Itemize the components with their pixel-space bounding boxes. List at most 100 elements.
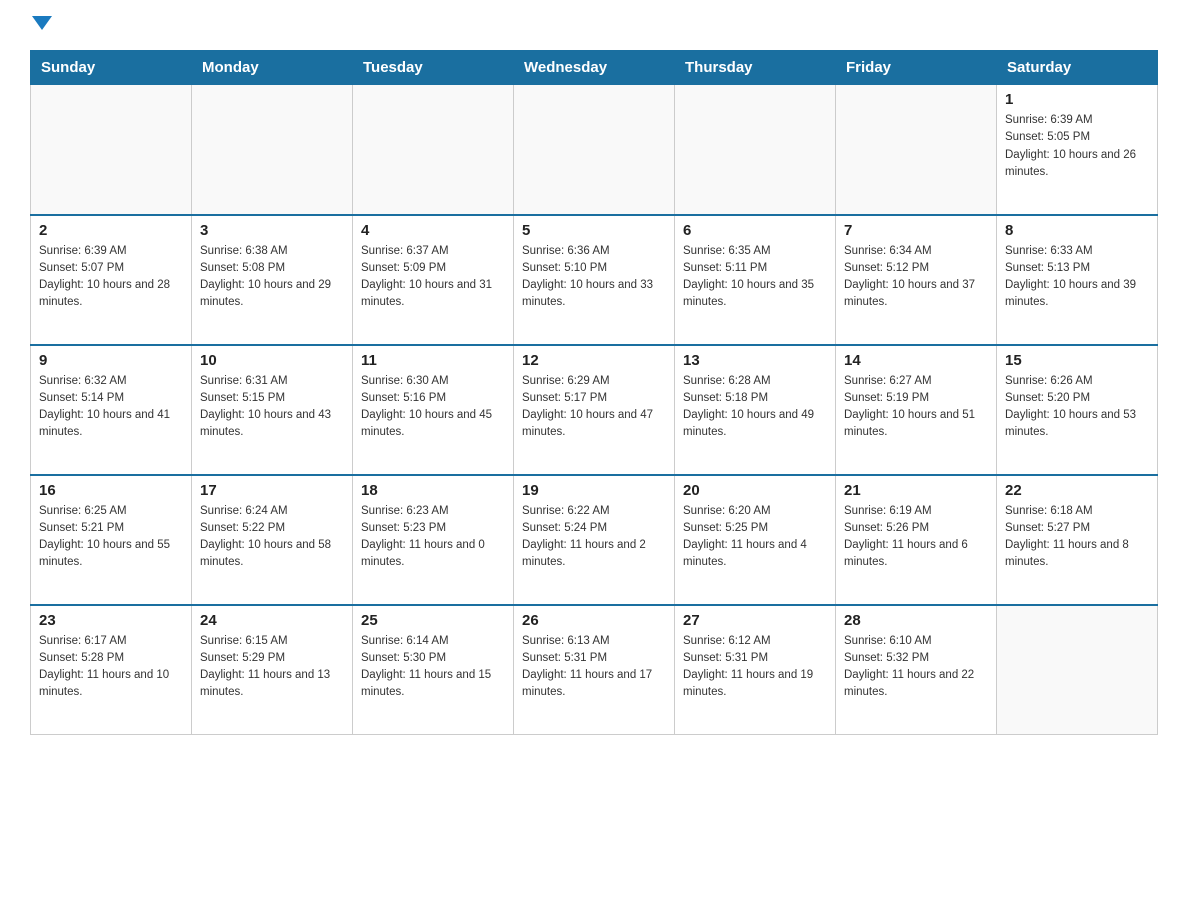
day-number: 15: [1005, 352, 1149, 369]
calendar-cell: 25 Sunrise: 6:14 AMSunset: 5:30 PMDayligh…: [353, 605, 514, 735]
column-header-friday: Friday: [836, 51, 997, 85]
day-number: 22: [1005, 482, 1149, 499]
calendar-cell: 28 Sunrise: 6:10 AMSunset: 5:32 PMDayligh…: [836, 605, 997, 735]
calendar-cell: 8 Sunrise: 6:33 AMSunset: 5:13 PMDaylight…: [997, 215, 1158, 345]
calendar-cell: 14 Sunrise: 6:27 AMSunset: 5:19 PMDayligh…: [836, 345, 997, 475]
day-number: 20: [683, 482, 827, 499]
calendar-week-1: 1 Sunrise: 6:39 AMSunset: 5:05 PMDaylight…: [31, 85, 1158, 215]
day-number: 21: [844, 482, 988, 499]
day-info: Sunrise: 6:13 AMSunset: 5:31 PMDaylight:…: [522, 633, 666, 702]
logo-triangle-icon: [32, 16, 52, 30]
calendar-cell: [31, 85, 192, 215]
day-info: Sunrise: 6:38 AMSunset: 5:08 PMDaylight:…: [200, 243, 344, 312]
day-info: Sunrise: 6:27 AMSunset: 5:19 PMDaylight:…: [844, 373, 988, 442]
day-number: 25: [361, 612, 505, 629]
day-number: 6: [683, 222, 827, 239]
day-info: Sunrise: 6:25 AMSunset: 5:21 PMDaylight:…: [39, 503, 183, 572]
calendar-cell: 27 Sunrise: 6:12 AMSunset: 5:31 PMDayligh…: [675, 605, 836, 735]
column-header-wednesday: Wednesday: [514, 51, 675, 85]
day-info: Sunrise: 6:10 AMSunset: 5:32 PMDaylight:…: [844, 633, 988, 702]
calendar-week-4: 16 Sunrise: 6:25 AMSunset: 5:21 PMDayligh…: [31, 475, 1158, 605]
calendar-cell: 20 Sunrise: 6:20 AMSunset: 5:25 PMDayligh…: [675, 475, 836, 605]
day-number: 12: [522, 352, 666, 369]
calendar-cell: 22 Sunrise: 6:18 AMSunset: 5:27 PMDayligh…: [997, 475, 1158, 605]
calendar-cell: 23 Sunrise: 6:17 AMSunset: 5:28 PMDayligh…: [31, 605, 192, 735]
calendar-table: SundayMondayTuesdayWednesdayThursdayFrid…: [30, 50, 1158, 735]
day-info: Sunrise: 6:19 AMSunset: 5:26 PMDaylight:…: [844, 503, 988, 572]
day-number: 16: [39, 482, 183, 499]
day-number: 19: [522, 482, 666, 499]
calendar-cell: 17 Sunrise: 6:24 AMSunset: 5:22 PMDayligh…: [192, 475, 353, 605]
day-number: 2: [39, 222, 183, 239]
calendar-cell: 26 Sunrise: 6:13 AMSunset: 5:31 PMDayligh…: [514, 605, 675, 735]
day-info: Sunrise: 6:35 AMSunset: 5:11 PMDaylight:…: [683, 243, 827, 312]
calendar-cell: 5 Sunrise: 6:36 AMSunset: 5:10 PMDaylight…: [514, 215, 675, 345]
day-number: 9: [39, 352, 183, 369]
day-number: 13: [683, 352, 827, 369]
column-header-sunday: Sunday: [31, 51, 192, 85]
calendar-cell: 24 Sunrise: 6:15 AMSunset: 5:29 PMDayligh…: [192, 605, 353, 735]
calendar-week-2: 2 Sunrise: 6:39 AMSunset: 5:07 PMDaylight…: [31, 215, 1158, 345]
day-info: Sunrise: 6:26 AMSunset: 5:20 PMDaylight:…: [1005, 373, 1149, 442]
day-info: Sunrise: 6:29 AMSunset: 5:17 PMDaylight:…: [522, 373, 666, 442]
day-info: Sunrise: 6:24 AMSunset: 5:22 PMDaylight:…: [200, 503, 344, 572]
calendar-cell: [675, 85, 836, 215]
calendar-cell: 2 Sunrise: 6:39 AMSunset: 5:07 PMDaylight…: [31, 215, 192, 345]
day-info: Sunrise: 6:37 AMSunset: 5:09 PMDaylight:…: [361, 243, 505, 312]
day-info: Sunrise: 6:32 AMSunset: 5:14 PMDaylight:…: [39, 373, 183, 442]
calendar-cell: 21 Sunrise: 6:19 AMSunset: 5:26 PMDayligh…: [836, 475, 997, 605]
day-number: 17: [200, 482, 344, 499]
column-header-monday: Monday: [192, 51, 353, 85]
day-info: Sunrise: 6:34 AMSunset: 5:12 PMDaylight:…: [844, 243, 988, 312]
calendar-cell: 9 Sunrise: 6:32 AMSunset: 5:14 PMDaylight…: [31, 345, 192, 475]
day-info: Sunrise: 6:28 AMSunset: 5:18 PMDaylight:…: [683, 373, 827, 442]
day-info: Sunrise: 6:20 AMSunset: 5:25 PMDaylight:…: [683, 503, 827, 572]
calendar-cell: 19Sunrise: 6:22 AMSunset: 5:24 PMDayligh…: [514, 475, 675, 605]
day-number: 27: [683, 612, 827, 629]
calendar-cell: 12 Sunrise: 6:29 AMSunset: 5:17 PMDayligh…: [514, 345, 675, 475]
day-info: Sunrise: 6:15 AMSunset: 5:29 PMDaylight:…: [200, 633, 344, 702]
day-info: Sunrise: 6:18 AMSunset: 5:27 PMDaylight:…: [1005, 503, 1149, 572]
day-info: Sunrise: 6:33 AMSunset: 5:13 PMDaylight:…: [1005, 243, 1149, 312]
day-info: Sunrise: 6:30 AMSunset: 5:16 PMDaylight:…: [361, 373, 505, 442]
calendar-cell: 3 Sunrise: 6:38 AMSunset: 5:08 PMDaylight…: [192, 215, 353, 345]
calendar-cell: 6 Sunrise: 6:35 AMSunset: 5:11 PMDaylight…: [675, 215, 836, 345]
calendar-cell: 16 Sunrise: 6:25 AMSunset: 5:21 PMDayligh…: [31, 475, 192, 605]
day-number: 26: [522, 612, 666, 629]
day-number: 4: [361, 222, 505, 239]
day-number: 18: [361, 482, 505, 499]
calendar-week-3: 9 Sunrise: 6:32 AMSunset: 5:14 PMDaylight…: [31, 345, 1158, 475]
calendar-cell: 10Sunrise: 6:31 AMSunset: 5:15 PMDayligh…: [192, 345, 353, 475]
calendar-cell: 18 Sunrise: 6:23 AMSunset: 5:23 PMDayligh…: [353, 475, 514, 605]
day-number: 28: [844, 612, 988, 629]
calendar-cell: [997, 605, 1158, 735]
day-number: 1: [1005, 91, 1149, 108]
day-info: Sunrise: 6:12 AMSunset: 5:31 PMDaylight:…: [683, 633, 827, 702]
calendar-cell: 7 Sunrise: 6:34 AMSunset: 5:12 PMDaylight…: [836, 215, 997, 345]
column-header-saturday: Saturday: [997, 51, 1158, 85]
day-number: 24: [200, 612, 344, 629]
day-info: Sunrise: 6:31 AMSunset: 5:15 PMDaylight:…: [200, 373, 344, 442]
day-number: 3: [200, 222, 344, 239]
day-number: 14: [844, 352, 988, 369]
day-info: Sunrise: 6:17 AMSunset: 5:28 PMDaylight:…: [39, 633, 183, 702]
day-info: Sunrise: 6:36 AMSunset: 5:10 PMDaylight:…: [522, 243, 666, 312]
calendar-cell: 4 Sunrise: 6:37 AMSunset: 5:09 PMDaylight…: [353, 215, 514, 345]
day-info: Sunrise: 6:14 AMSunset: 5:30 PMDaylight:…: [361, 633, 505, 702]
day-number: 11: [361, 352, 505, 369]
day-info: Sunrise: 6:23 AMSunset: 5:23 PMDaylight:…: [361, 503, 505, 572]
calendar-cell: 15 Sunrise: 6:26 AMSunset: 5:20 PMDayligh…: [997, 345, 1158, 475]
calendar-cell: 13 Sunrise: 6:28 AMSunset: 5:18 PMDayligh…: [675, 345, 836, 475]
day-info: Sunrise: 6:39 AMSunset: 5:05 PMDaylight:…: [1005, 112, 1149, 181]
day-number: 23: [39, 612, 183, 629]
day-info: Sunrise: 6:39 AMSunset: 5:07 PMDaylight:…: [39, 243, 183, 312]
page-header: [30, 20, 1158, 30]
day-number: 5: [522, 222, 666, 239]
calendar-cell: [192, 85, 353, 215]
calendar-cell: [836, 85, 997, 215]
day-number: 8: [1005, 222, 1149, 239]
logo: [30, 20, 52, 30]
day-number: 7: [844, 222, 988, 239]
column-header-thursday: Thursday: [675, 51, 836, 85]
column-header-tuesday: Tuesday: [353, 51, 514, 85]
